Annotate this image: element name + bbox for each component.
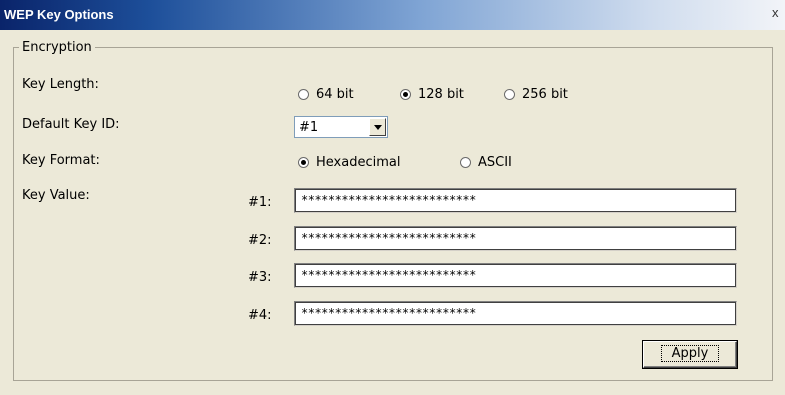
dropdown-arrow-icon[interactable]	[369, 118, 386, 136]
radio-label: 128 bit	[418, 86, 464, 102]
radio-label: 256 bit	[522, 86, 568, 102]
key-length-128-radio[interactable]: 128 bit	[400, 86, 464, 102]
key-2-label: #2:	[248, 233, 272, 248]
apply-button[interactable]: Apply	[643, 341, 737, 368]
key-value-label: Key Value:	[22, 188, 90, 203]
default-key-id-select[interactable]: #1	[294, 116, 388, 138]
radio-indicator	[298, 88, 309, 100]
selected-value: #1	[299, 120, 319, 135]
key-1-input[interactable]: **************************	[294, 188, 737, 213]
title-bar: WEP Key Options x	[0, 0, 785, 30]
key-format-ascii-radio[interactable]: ASCII	[460, 154, 512, 170]
encryption-legend: Encryption	[19, 40, 95, 55]
key-2-input[interactable]: **************************	[294, 226, 737, 251]
default-key-id-label: Default Key ID:	[22, 117, 120, 132]
radio-label: ASCII	[478, 154, 512, 170]
apply-button-label: Apply	[660, 345, 720, 362]
key-length-64-radio[interactable]: 64 bit	[298, 86, 354, 102]
key-format-hex-radio[interactable]: Hexadecimal	[298, 154, 400, 170]
key-length-label: Key Length:	[22, 77, 99, 92]
radio-label: 64 bit	[316, 86, 354, 102]
key-3-label: #3:	[248, 270, 272, 285]
close-icon[interactable]: x	[772, 6, 785, 20]
window-title: WEP Key Options	[4, 7, 114, 22]
key-length-256-radio[interactable]: 256 bit	[504, 86, 568, 102]
radio-indicator	[460, 156, 471, 168]
encryption-groupbox	[13, 47, 773, 381]
radio-indicator-selected	[400, 88, 411, 100]
radio-indicator-selected	[298, 156, 309, 168]
key-format-label: Key Format:	[22, 153, 100, 168]
radio-label: Hexadecimal	[316, 154, 401, 170]
key-1-label: #1:	[248, 195, 272, 210]
key-4-label: #4:	[248, 308, 272, 323]
radio-indicator	[504, 88, 515, 100]
key-3-input[interactable]: **************************	[294, 263, 737, 288]
key-4-input[interactable]: **************************	[294, 301, 737, 326]
